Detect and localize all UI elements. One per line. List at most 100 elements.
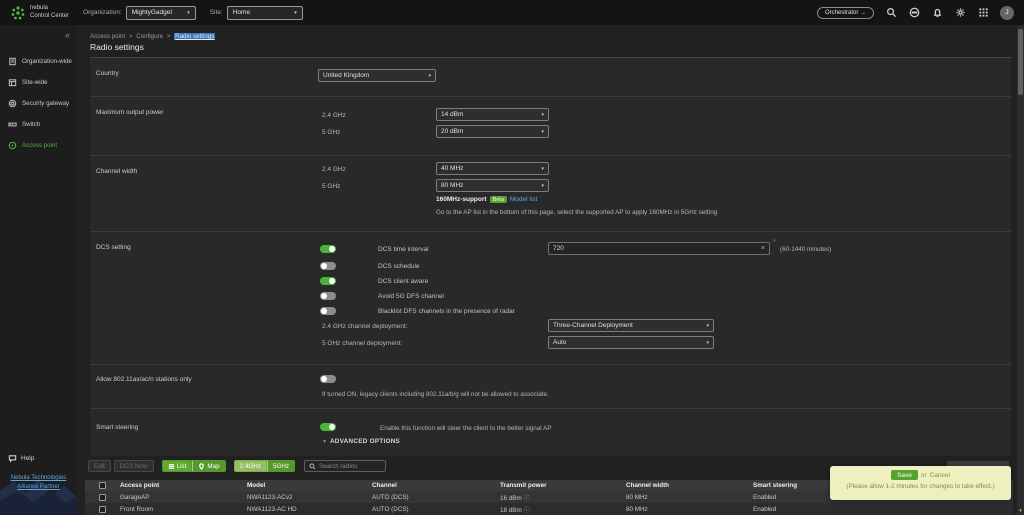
vertical-scrollbar[interactable]: ▾ bbox=[1017, 25, 1024, 515]
160mhz-note: Go to the AP list in the bottom of this … bbox=[436, 209, 718, 216]
clear-input-icon[interactable]: × bbox=[761, 245, 765, 252]
more-options-icon[interactable] bbox=[908, 7, 920, 19]
chevron-down-icon: ▾ bbox=[541, 165, 544, 172]
user-avatar[interactable]: J bbox=[1000, 5, 1014, 20]
organization-select[interactable]: MightyGadget ▾ bbox=[125, 5, 196, 20]
required-asterisk: * bbox=[773, 239, 776, 246]
dcs-interval-input[interactable] bbox=[553, 245, 758, 252]
section-dcs: DCS setting DCS time interval × * (60-14… bbox=[90, 232, 1011, 365]
col-channel-width: Channel width bbox=[626, 482, 670, 489]
dcs-interval-hint: (60-1440 minutes) bbox=[780, 246, 832, 253]
country-select[interactable]: United Kingdom ▾ bbox=[318, 69, 436, 82]
width-2-4ghz-select[interactable]: 40 MHz ▾ bbox=[436, 162, 549, 175]
toast-or-text: or bbox=[920, 471, 927, 479]
sidebar-item-access-point[interactable]: Access point bbox=[0, 135, 77, 156]
help-button[interactable]: Help bbox=[8, 454, 34, 463]
page-title: Radio settings bbox=[90, 42, 144, 52]
help-icon bbox=[8, 455, 17, 463]
power-2-4ghz-select[interactable]: 14 dBm ▾ bbox=[436, 108, 549, 121]
dcs-time-interval-label: DCS time interval bbox=[378, 246, 429, 253]
max-output-power-label: Maximum output power bbox=[96, 109, 164, 116]
table-search-input[interactable] bbox=[319, 462, 382, 470]
dcs-interval-input-wrap: × bbox=[548, 242, 770, 255]
smart-steering-toggle[interactable] bbox=[320, 423, 336, 431]
info-icon: ⓘ bbox=[523, 495, 530, 502]
save-button[interactable]: Save bbox=[891, 470, 918, 480]
section-country: Country United Kingdom ▾ bbox=[90, 58, 1011, 97]
orchestrator-button[interactable]: Orchestrator → bbox=[816, 6, 874, 19]
shield-icon bbox=[8, 99, 17, 108]
section-max-output-power: Maximum output power 2.4 GHz 14 dBm ▾ 5 G… bbox=[90, 97, 1011, 156]
table-search bbox=[304, 460, 387, 472]
organization-label: Organization: bbox=[83, 9, 122, 16]
ap-table-toolbar: Edit DCS Now List Map 2.4GHz 5GHz bbox=[88, 460, 387, 472]
sidebar-collapse-icon[interactable]: « bbox=[65, 30, 70, 40]
band-5ghz-label: 5 GHz bbox=[322, 129, 341, 136]
site-select[interactable]: Home ▾ bbox=[226, 5, 303, 20]
toast-actions: Save or Cancel bbox=[830, 470, 1011, 480]
map-view-button[interactable]: Map bbox=[192, 460, 226, 472]
band-toggle-group: 2.4GHz 5GHz bbox=[233, 460, 296, 472]
model-list-link[interactable]: Model list bbox=[510, 196, 537, 203]
dcs-time-interval-toggle[interactable] bbox=[320, 245, 336, 253]
breadcrumb-radio-settings[interactable]: Radio settings bbox=[174, 33, 216, 40]
scrollbar-thumb[interactable] bbox=[1018, 29, 1023, 95]
width-5ghz-select[interactable]: 80 MHz ▾ bbox=[436, 179, 549, 192]
deployment-2-4ghz-select[interactable]: Three-Channel Deployment ▾ bbox=[548, 319, 714, 332]
chevron-down-icon: ▾ bbox=[541, 128, 544, 135]
deployment-5ghz-label: 5 GHz channel deployment: bbox=[322, 340, 403, 347]
select-all-checkbox[interactable] bbox=[99, 482, 106, 489]
breadcrumb-access-point[interactable]: Access point bbox=[90, 33, 125, 40]
section-channel-width: Channel width 2.4 GHz 40 MHz ▾ 5 GHz 80 M… bbox=[90, 156, 1011, 232]
breadcrumb-configure[interactable]: Configure bbox=[136, 33, 163, 40]
deployment-5ghz-select[interactable]: Auto ▾ bbox=[548, 336, 714, 349]
channel-width-label: Channel width bbox=[96, 168, 138, 175]
sidebar-item-switch[interactable]: Switch bbox=[0, 114, 77, 135]
dcs-schedule-label: DCS schedule bbox=[378, 263, 420, 270]
save-toast: Save or Cancel (Please allow 1-2 minutes… bbox=[830, 466, 1011, 500]
table-row[interactable]: Front Room NWA1123-AC HD AUTO (DCS) 18 d… bbox=[85, 503, 1013, 515]
search-icon[interactable] bbox=[885, 7, 897, 19]
radio-settings-panel: Country United Kingdom ▾ Maximum output p… bbox=[90, 57, 1011, 456]
brand: nebula Control Center bbox=[10, 5, 69, 21]
sidebar-item-organization-wide[interactable]: Organization-wide bbox=[0, 51, 77, 72]
site-label: Site: bbox=[209, 9, 223, 16]
edit-button[interactable]: Edit bbox=[88, 460, 111, 472]
info-icon: ⓘ bbox=[523, 507, 530, 514]
dcs-client-aware-toggle[interactable] bbox=[320, 277, 336, 285]
dcs-setting-label: DCS setting bbox=[96, 244, 131, 251]
nebula-logo-icon bbox=[11, 5, 25, 19]
advanced-options-button[interactable]: ▼ ADVANCED OPTIONS bbox=[322, 438, 400, 445]
band-2-4ghz-label: 2.4 GHz bbox=[322, 166, 346, 173]
band-5ghz-button[interactable]: 5GHz bbox=[266, 460, 296, 472]
breadcrumb: Access point > Configure > Radio setting… bbox=[90, 33, 216, 40]
blacklist-dfs-label: Blacklist DFS channels in the presence o… bbox=[378, 308, 515, 315]
chevron-down-icon: ▾ bbox=[706, 322, 709, 329]
dcs-client-aware-label: DCS client aware bbox=[378, 278, 429, 285]
building-icon bbox=[9, 57, 16, 66]
avoid-5g-dfs-toggle[interactable] bbox=[320, 292, 336, 300]
toast-note: (Please allow 1-2 minutes for changes to… bbox=[846, 483, 995, 490]
settings-gear-icon[interactable] bbox=[954, 7, 966, 19]
dcs-schedule-toggle[interactable] bbox=[320, 262, 336, 270]
triangle-down-icon: ▼ bbox=[322, 438, 327, 445]
scrollbar-down-arrow[interactable]: ▾ bbox=[1017, 508, 1024, 514]
chevron-down-icon: ▾ bbox=[187, 9, 190, 16]
row-checkbox[interactable] bbox=[99, 493, 106, 501]
power-5ghz-select[interactable]: 20 dBm ▾ bbox=[436, 125, 549, 138]
blacklist-dfs-toggle[interactable] bbox=[320, 307, 336, 315]
band-2-4ghz-button[interactable]: 2.4GHz bbox=[233, 460, 267, 472]
notifications-bell-icon[interactable] bbox=[931, 7, 943, 19]
partner-link[interactable]: Nebula Technologies Alliance Partner bbox=[0, 474, 77, 491]
apps-grid-icon[interactable] bbox=[977, 7, 989, 19]
main-content: Access point > Configure > Radio setting… bbox=[77, 25, 1024, 515]
dcs-now-button[interactable]: DCS Now bbox=[113, 460, 154, 472]
topbar: nebula Control Center Organization: Migh… bbox=[0, 0, 1024, 25]
sidebar-item-site-wide[interactable]: Site-wide bbox=[0, 72, 77, 93]
allow-stations-toggle[interactable] bbox=[320, 375, 336, 383]
row-checkbox[interactable] bbox=[99, 505, 106, 513]
sidebar-item-security-gateway[interactable]: Security gateway bbox=[0, 93, 77, 114]
list-view-button[interactable]: List bbox=[161, 460, 193, 472]
map-pin-icon bbox=[199, 462, 205, 470]
cancel-button[interactable]: Cancel bbox=[930, 472, 950, 479]
